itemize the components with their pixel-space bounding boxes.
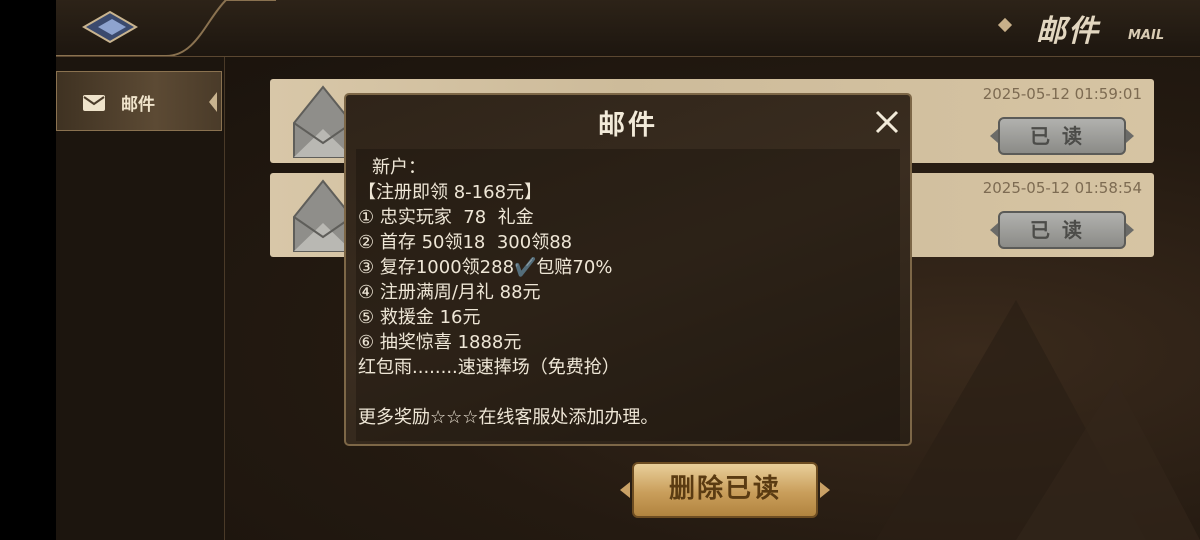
back-arrow-icon — [81, 10, 139, 44]
modal-title: 邮件 — [598, 110, 658, 141]
message-line: ③ 复存1000领288✔️包赔70% — [358, 257, 613, 278]
page-title: 邮件 — [1036, 14, 1100, 49]
message-line: 更多奖励☆☆☆在线客服处添加办理。 — [358, 407, 659, 428]
selected-indicator — [209, 92, 217, 112]
modal-header: 邮件 — [346, 95, 910, 149]
mail-date: 2025-05-12 01:59:01 — [982, 85, 1142, 103]
button-left-arrow — [620, 482, 630, 498]
sidebar-item-label: 邮件 — [121, 95, 155, 115]
message-line: ⑥ 抽奖惊喜 1888元 — [358, 332, 522, 353]
button-right-arrow — [1126, 129, 1134, 143]
message-line: 【注册即领 8-168元】 — [358, 182, 543, 203]
sidebar: 邮件 — [56, 57, 225, 540]
title-diamond-icon — [997, 17, 1013, 33]
message-line: 新户： — [372, 157, 426, 178]
message-line: ⑤ 救援金 16元 — [358, 307, 481, 328]
close-icon — [875, 110, 899, 134]
envelope-icon — [83, 95, 105, 111]
mail-detail-modal: 邮件 新户： 【注册即领 8-168元】 ① 忠实玩家 78 礼金 ② 首存 5… — [344, 93, 912, 446]
message-line: 红包雨........速速捧场（免费抢） — [358, 357, 620, 378]
button-left-arrow — [990, 129, 998, 143]
read-status-label: 已读 — [998, 211, 1126, 249]
button-left-arrow — [990, 223, 998, 237]
read-status-button[interactable]: 已读 — [990, 211, 1134, 251]
delete-read-label: 删除已读 — [632, 462, 818, 518]
button-right-arrow — [1126, 223, 1134, 237]
top-bar: 邮件 MAIL — [56, 0, 1200, 57]
close-button[interactable] — [870, 105, 904, 139]
button-right-arrow — [820, 482, 830, 498]
delete-read-button[interactable]: 删除已读 — [620, 462, 830, 520]
back-button[interactable] — [81, 10, 139, 44]
page-title-en: MAIL — [1128, 28, 1165, 43]
read-status-button[interactable]: 已读 — [990, 117, 1134, 157]
sidebar-item-mail[interactable]: 邮件 — [56, 71, 222, 131]
message-line: ② 首存 50领18 300领88 — [358, 232, 573, 253]
message-line: ① 忠实玩家 78 礼金 — [358, 207, 534, 228]
page-title-group: 邮件 MAIL — [997, 0, 1200, 56]
read-status-label: 已读 — [998, 117, 1126, 155]
mail-screen: 邮件 MAIL 邮件 2025-05-12 01:59:01 已读 2025-0… — [56, 0, 1200, 540]
mail-date: 2025-05-12 01:58:54 — [982, 179, 1142, 197]
message-line: ④ 注册满周/月礼 88元 — [358, 282, 541, 303]
modal-message-body: 新户： 【注册即领 8-168元】 ① 忠实玩家 78 礼金 ② 首存 50领1… — [356, 149, 900, 441]
